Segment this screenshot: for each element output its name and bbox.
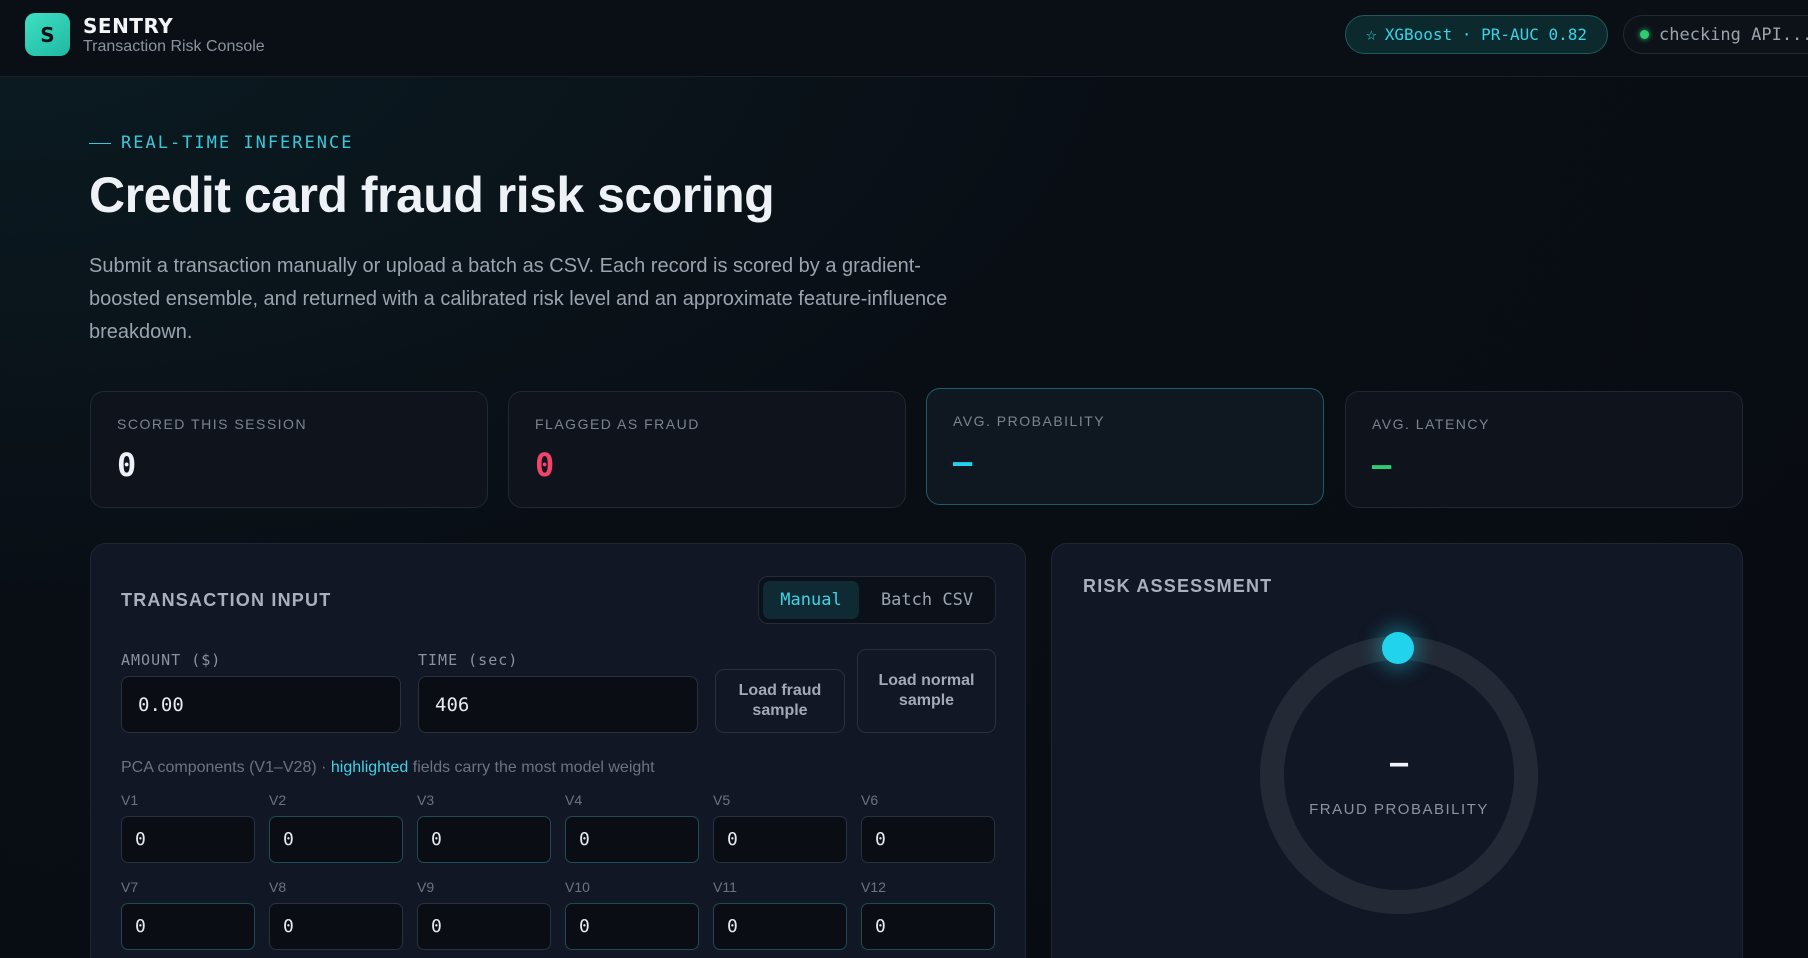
stat-card-scored: SCORED THIS SESSION 0 — [90, 391, 488, 508]
status-dot-icon — [1640, 30, 1649, 39]
load-fraud-sample-button[interactable]: Load fraud sample — [715, 669, 845, 733]
pca-note-suffix: fields carry the most model weight — [408, 759, 655, 776]
pca-note: PCA components (V1–V28) · highlighted fi… — [121, 759, 655, 777]
page-description: Submit a transaction manually or upload … — [89, 255, 948, 343]
pca-label-v4: V4 — [565, 792, 583, 808]
stat-card-flagged: FLAGGED AS FRAUD 0 — [508, 391, 906, 508]
app-logo: S — [25, 13, 70, 56]
stat-label: AVG. PROBABILITY — [953, 413, 1106, 429]
pca-label-v9: V9 — [417, 879, 435, 895]
stat-label: SCORED THIS SESSION — [117, 416, 308, 432]
risk-assessment-panel: RISK ASSESSMENT – FRAUD PROBABILITY — [1051, 543, 1743, 958]
pca-label-v11: V11 — [713, 879, 737, 895]
eyebrow-text: REAL-TIME INFERENCE — [121, 133, 354, 153]
pca-label-v10: V10 — [565, 879, 590, 895]
time-label: TIME (sec) — [418, 651, 519, 669]
pca-input-v8[interactable]: 0 — [269, 903, 403, 950]
risk-gauge: – FRAUD PROBABILITY — [1260, 632, 1538, 914]
stat-value: — — [953, 443, 973, 481]
stat-label: FLAGGED AS FRAUD — [535, 416, 700, 432]
star-icon: ☆ — [1365, 24, 1377, 45]
model-badge-text: XGBoost · PR-AUC 0.82 — [1384, 25, 1588, 44]
pca-input-v11[interactable]: 0 — [713, 903, 847, 950]
brand-subtitle: Transaction Risk Console — [83, 38, 265, 55]
pca-input-v5[interactable]: 0 — [713, 816, 847, 863]
pca-input-v4[interactable]: 0 — [565, 816, 699, 863]
api-status-text: checking API... — [1659, 24, 1808, 45]
brand-name: SENTRY — [83, 14, 174, 38]
api-status-pill: checking API... — [1623, 15, 1808, 54]
eyebrow: REAL-TIME INFERENCE — [89, 133, 353, 153]
pca-label-v1: V1 — [121, 792, 139, 808]
gauge-indicator — [1382, 632, 1414, 664]
pca-input-v2[interactable]: 0 — [269, 816, 403, 863]
load-normal-sample-button[interactable]: Load normal sample — [857, 649, 996, 733]
pca-label-v12: V12 — [861, 879, 886, 895]
top-bar: S SENTRY Transaction Risk Console ☆ XGBo… — [0, 0, 1808, 77]
pca-label-v8: V8 — [269, 879, 287, 895]
transaction-input-panel: TRANSACTION INPUT Manual Batch CSV AMOUN… — [90, 543, 1026, 958]
pca-input-v3[interactable]: 0 — [417, 816, 551, 863]
pca-label-v6: V6 — [861, 792, 879, 808]
model-badge: ☆ XGBoost · PR-AUC 0.82 — [1345, 15, 1608, 54]
pca-label-v7: V7 — [121, 879, 139, 895]
stat-value: 0 — [117, 446, 137, 484]
pca-note-prefix: PCA components (V1–V28) · — [121, 759, 331, 776]
panel-title: RISK ASSESSMENT — [1083, 576, 1273, 596]
stat-card-avg-probability: AVG. PROBABILITY — — [926, 388, 1324, 505]
stat-label: AVG. LATENCY — [1372, 416, 1490, 432]
pca-note-highlight: highlighted — [330, 759, 409, 776]
pca-input-v7[interactable]: 0 — [121, 903, 255, 950]
eyebrow-line — [89, 142, 111, 144]
pca-input-v10[interactable]: 0 — [565, 903, 699, 950]
pca-input-v1[interactable]: 0 — [121, 816, 255, 863]
pca-label-v2: V2 — [269, 792, 287, 808]
tab-batch-csv[interactable]: Batch CSV — [865, 581, 989, 619]
fraud-probability-value: – — [1389, 746, 1409, 781]
amount-input[interactable]: 0.00 — [121, 676, 401, 733]
pca-label-v5: V5 — [713, 792, 731, 808]
page-title: Credit card fraud risk scoring — [89, 167, 775, 223]
panel-title: TRANSACTION INPUT — [121, 590, 332, 610]
input-mode-toggle: Manual Batch CSV — [758, 576, 996, 624]
amount-label: AMOUNT ($) — [121, 651, 222, 669]
pca-input-v6[interactable]: 0 — [861, 816, 995, 863]
fraud-probability-caption: FRAUD PROBABILITY — [1309, 801, 1489, 818]
pca-input-v9[interactable]: 0 — [417, 903, 551, 950]
stat-card-avg-latency: AVG. LATENCY — — [1345, 391, 1743, 508]
tab-manual[interactable]: Manual — [763, 581, 859, 619]
pca-input-v12[interactable]: 0 — [861, 903, 995, 950]
pca-label-v3: V3 — [417, 792, 435, 808]
time-input[interactable]: 406 — [418, 676, 698, 733]
stat-value: 0 — [535, 446, 555, 484]
stat-value: — — [1372, 446, 1392, 484]
